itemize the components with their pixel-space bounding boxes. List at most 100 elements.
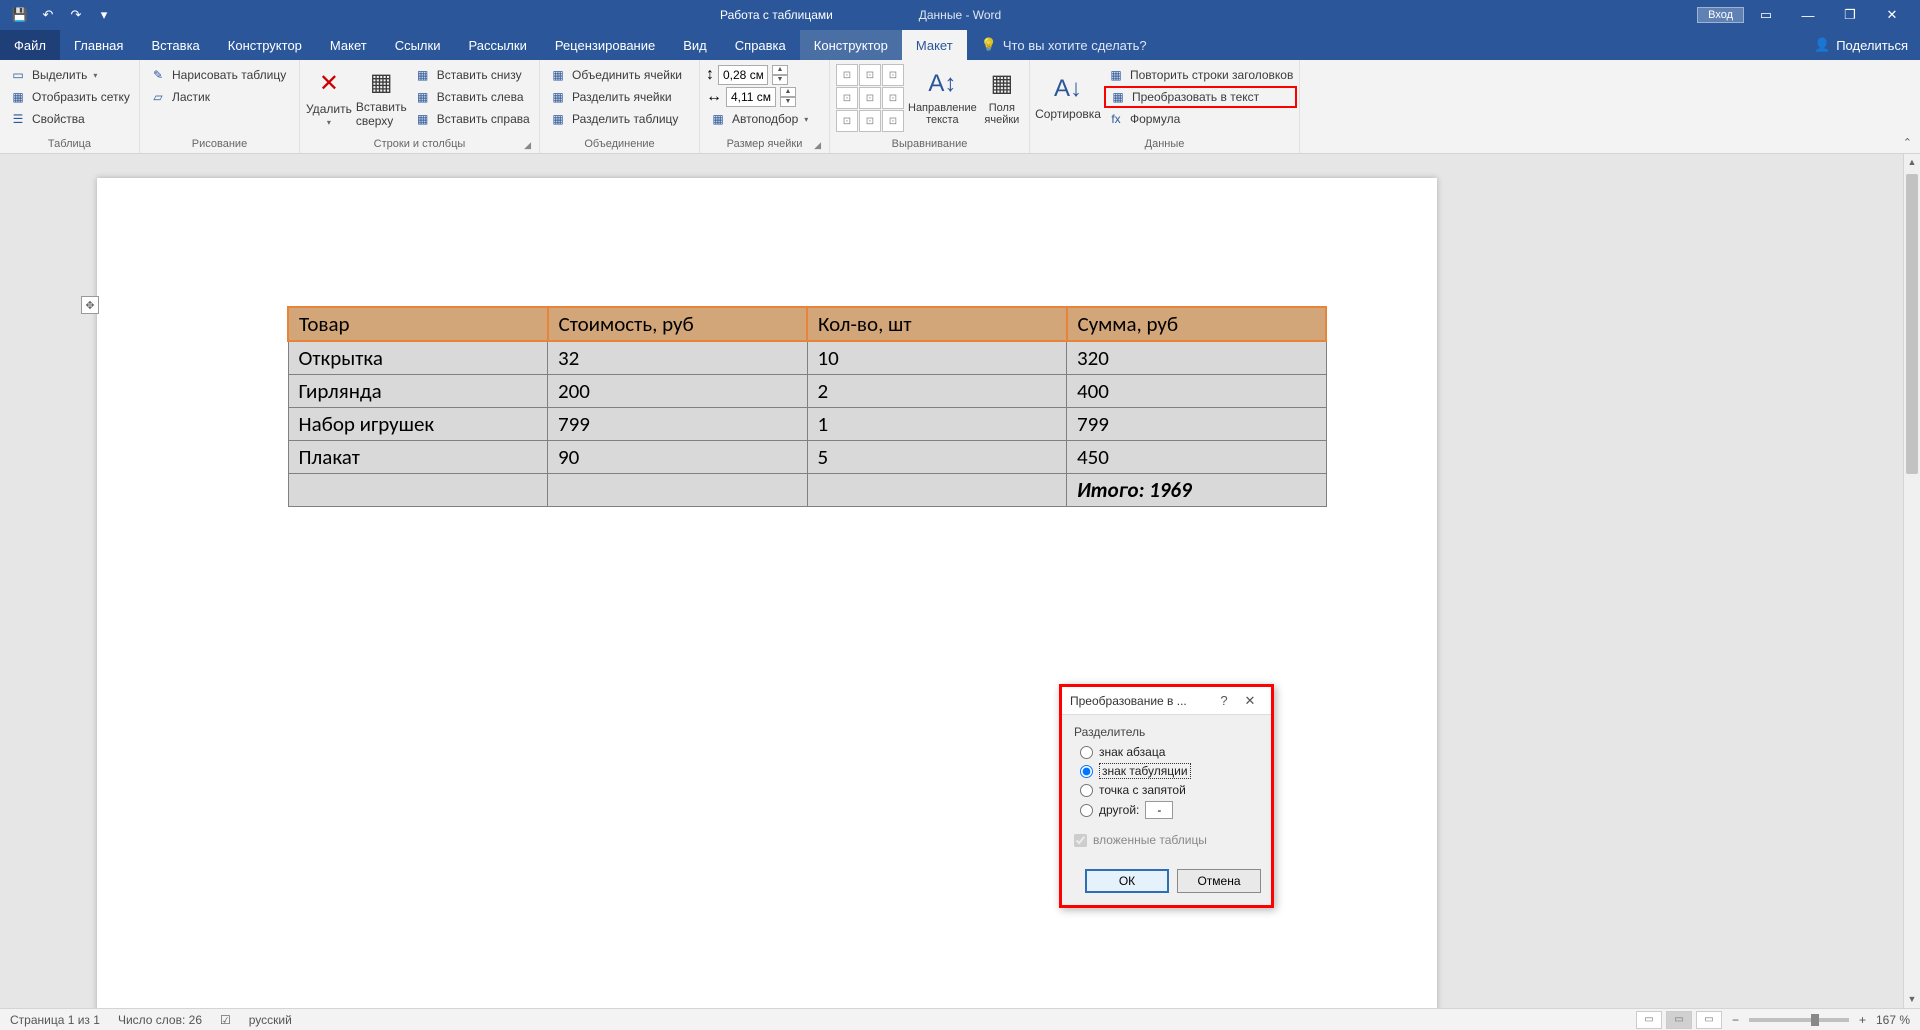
- align-mc[interactable]: ⊡: [859, 87, 881, 109]
- ribbon: ▭Выделить▾ ▦Отобразить сетку ☰Свойства Т…: [0, 60, 1920, 154]
- spell-check-icon[interactable]: ☑: [220, 1013, 231, 1027]
- align-tc[interactable]: ⊡: [859, 64, 881, 86]
- insert-above-button[interactable]: ▦ Вставить сверху: [356, 64, 407, 130]
- formula-button[interactable]: fxФормула: [1104, 108, 1297, 130]
- group-label-merge: Объединение: [546, 136, 693, 153]
- total-cell[interactable]: Итого: 1969: [1067, 474, 1327, 507]
- share-button[interactable]: 👤 Поделиться: [1814, 30, 1908, 60]
- tab-table-design[interactable]: Конструктор: [800, 30, 902, 60]
- scroll-up-icon[interactable]: ▲: [1904, 154, 1920, 171]
- header-cell[interactable]: Товар: [288, 307, 548, 341]
- vertical-scrollbar[interactable]: ▲ ▼: [1903, 154, 1920, 1008]
- other-separator-input[interactable]: [1145, 801, 1173, 819]
- page-indicator[interactable]: Страница 1 из 1: [10, 1013, 100, 1027]
- cell-margins-button[interactable]: ▦ Поля ячейки: [981, 64, 1023, 130]
- table-move-handle-icon[interactable]: ✥: [81, 296, 99, 314]
- radio-other[interactable]: другой:: [1080, 801, 1259, 819]
- split-table-button[interactable]: ▦Разделить таблицу: [546, 108, 686, 130]
- login-button[interactable]: Вход: [1697, 7, 1744, 23]
- dialog-titlebar[interactable]: Преобразование в ... ? ✕: [1062, 687, 1271, 715]
- save-icon[interactable]: 💾: [8, 3, 32, 27]
- document-table[interactable]: Товар Стоимость, руб Кол-во, шт Сумма, р…: [287, 306, 1327, 507]
- tab-layout[interactable]: Макет: [316, 30, 381, 60]
- insert-left-button[interactable]: ▦Вставить слева: [411, 86, 534, 108]
- tab-table-layout[interactable]: Макет: [902, 30, 967, 60]
- repeat-header-icon: ▦: [1108, 67, 1124, 83]
- rows-cols-launcher-icon[interactable]: ◢: [524, 140, 531, 151]
- ok-button[interactable]: ОК: [1085, 869, 1169, 893]
- insert-below-button[interactable]: ▦Вставить снизу: [411, 64, 534, 86]
- convert-to-text-dialog: Преобразование в ... ? ✕ Разделитель зна…: [1059, 684, 1274, 908]
- tab-review[interactable]: Рецензирование: [541, 30, 669, 60]
- align-mr[interactable]: ⊡: [882, 87, 904, 109]
- maximize-icon[interactable]: ❐: [1830, 1, 1870, 29]
- sort-button[interactable]: A↓ Сортировка: [1036, 64, 1100, 130]
- spin-up-icon[interactable]: ▲: [772, 65, 788, 75]
- align-bc[interactable]: ⊡: [859, 110, 881, 132]
- align-tr[interactable]: ⊡: [882, 64, 904, 86]
- insert-right-button[interactable]: ▦Вставить справа: [411, 108, 534, 130]
- spin-down-icon[interactable]: ▼: [780, 97, 796, 107]
- view-gridlines-button[interactable]: ▦Отобразить сетку: [6, 86, 134, 108]
- redo-icon[interactable]: ↷: [64, 3, 88, 27]
- view-read-icon[interactable]: ▭: [1636, 1011, 1662, 1029]
- scroll-thumb[interactable]: [1906, 174, 1918, 474]
- tab-view[interactable]: Вид: [669, 30, 721, 60]
- undo-icon[interactable]: ↶: [36, 3, 60, 27]
- align-bl[interactable]: ⊡: [836, 110, 858, 132]
- qat-customize-icon[interactable]: ▾: [92, 3, 116, 27]
- tab-home[interactable]: Главная: [60, 30, 137, 60]
- scroll-down-icon[interactable]: ▼: [1904, 991, 1920, 1008]
- draw-table-button[interactable]: ✎Нарисовать таблицу: [146, 64, 290, 86]
- autofit-button[interactable]: ▦Автоподбор▾: [706, 108, 812, 130]
- align-br[interactable]: ⊡: [882, 110, 904, 132]
- row-height-input[interactable]: ↕ ▲▼: [706, 64, 812, 86]
- header-cell[interactable]: Стоимость, руб: [548, 307, 808, 341]
- align-ml[interactable]: ⊡: [836, 87, 858, 109]
- properties-button[interactable]: ☰Свойства: [6, 108, 134, 130]
- spin-down-icon[interactable]: ▼: [772, 75, 788, 85]
- radio-tab[interactable]: знак табуляции: [1080, 763, 1259, 779]
- text-direction-button[interactable]: A↕ Направление текста: [908, 64, 977, 130]
- view-web-icon[interactable]: ▭: [1696, 1011, 1722, 1029]
- language-indicator[interactable]: русский: [249, 1013, 292, 1027]
- radio-semicolon[interactable]: точка с запятой: [1080, 783, 1259, 797]
- col-width-input[interactable]: ↔ ▲▼: [706, 86, 812, 108]
- tab-design[interactable]: Конструктор: [214, 30, 316, 60]
- radio-paragraph[interactable]: знак абзаца: [1080, 745, 1259, 759]
- tell-me-search[interactable]: 💡 Что вы хотите сделать?: [967, 30, 1161, 60]
- header-cell[interactable]: Кол-во, шт: [807, 307, 1067, 341]
- minimize-icon[interactable]: —: [1788, 1, 1828, 29]
- tab-insert[interactable]: Вставка: [137, 30, 213, 60]
- ribbon-display-icon[interactable]: ▭: [1746, 1, 1786, 29]
- zoom-slider[interactable]: [1749, 1018, 1849, 1022]
- select-button[interactable]: ▭Выделить▾: [6, 64, 134, 86]
- alignment-grid: ⊡⊡⊡ ⊡⊡⊡ ⊡⊡⊡: [836, 64, 904, 132]
- align-tl[interactable]: ⊡: [836, 64, 858, 86]
- tab-mailings[interactable]: Рассылки: [454, 30, 540, 60]
- properties-icon: ☰: [10, 111, 26, 127]
- eraser-button[interactable]: ▱Ластик: [146, 86, 290, 108]
- tab-references[interactable]: Ссылки: [381, 30, 455, 60]
- word-count[interactable]: Число слов: 26: [118, 1013, 202, 1027]
- tab-file[interactable]: Файл: [0, 30, 60, 60]
- close-icon[interactable]: ✕: [1872, 1, 1912, 29]
- split-cells-button[interactable]: ▦Разделить ячейки: [546, 86, 686, 108]
- delete-button[interactable]: ✕ Удалить▾: [306, 64, 352, 130]
- zoom-out-icon[interactable]: −: [1726, 1013, 1745, 1027]
- spin-up-icon[interactable]: ▲: [780, 87, 796, 97]
- view-print-icon[interactable]: ▭: [1666, 1011, 1692, 1029]
- zoom-level[interactable]: 167 %: [1876, 1013, 1910, 1027]
- convert-to-text-button[interactable]: ▦Преобразовать в текст: [1104, 86, 1297, 108]
- repeat-header-button[interactable]: ▦Повторить строки заголовков: [1104, 64, 1297, 86]
- tab-help[interactable]: Справка: [721, 30, 800, 60]
- cancel-button[interactable]: Отмена: [1177, 869, 1261, 893]
- cell-size-launcher-icon[interactable]: ◢: [814, 140, 821, 151]
- dialog-close-icon[interactable]: ✕: [1237, 693, 1263, 709]
- merge-cells-button[interactable]: ▦Объединить ячейки: [546, 64, 686, 86]
- share-icon: 👤: [1814, 37, 1830, 53]
- dialog-help-icon[interactable]: ?: [1211, 693, 1237, 708]
- header-cell[interactable]: Сумма, руб: [1067, 307, 1327, 341]
- zoom-in-icon[interactable]: +: [1853, 1013, 1872, 1027]
- collapse-ribbon-icon[interactable]: ⌃: [1903, 136, 1912, 149]
